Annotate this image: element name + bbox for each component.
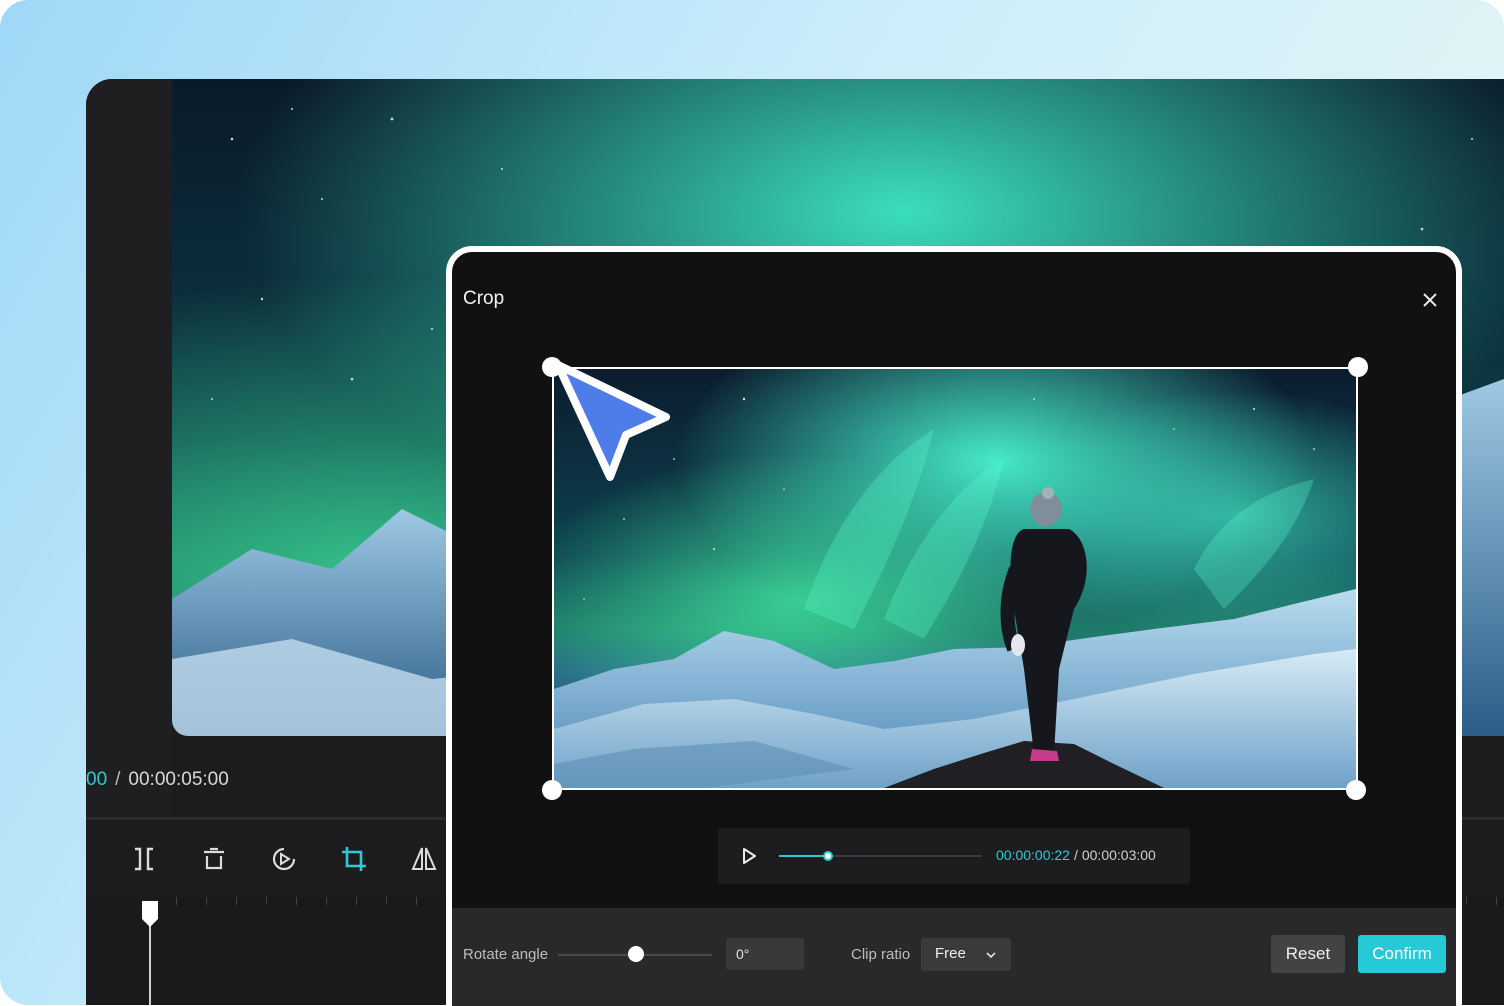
- playback-progress-knob[interactable]: [822, 851, 833, 861]
- close-icon[interactable]: [1418, 288, 1442, 312]
- ruler-tick: [236, 897, 237, 905]
- player-current-time: 00:00:00:22: [996, 847, 1070, 863]
- dialog-title: Crop: [463, 288, 505, 309]
- ruler-tick: [1466, 897, 1467, 905]
- clip-ratio-label: Clip ratio: [851, 946, 911, 963]
- time-separator: /: [115, 769, 121, 790]
- ruler-tick: [386, 897, 387, 905]
- editor-timecode: 00 / 00:00:05:00: [86, 769, 229, 791]
- clip-ratio-value: Free: [935, 945, 966, 962]
- player-total-time: 00:00:03:00: [1081, 847, 1156, 863]
- ruler-tick: [356, 897, 357, 905]
- crop-handle-bottom-left[interactable]: [542, 780, 562, 800]
- crop-handle-top-right[interactable]: [1348, 357, 1368, 377]
- crop-tool-button[interactable]: [336, 841, 372, 877]
- delete-button[interactable]: [196, 841, 232, 877]
- editor-toolbar: [126, 841, 442, 877]
- rotate-angle-input[interactable]: [726, 938, 804, 970]
- ruler-tick: [326, 897, 327, 905]
- speed-icon: [272, 847, 296, 871]
- mirror-icon: [411, 847, 437, 870]
- ruler-tick: [296, 897, 297, 905]
- speed-button[interactable]: [266, 841, 302, 877]
- play-icon[interactable]: [740, 847, 758, 865]
- mirror-button[interactable]: [406, 841, 442, 877]
- ruler-tick: [416, 897, 417, 905]
- time-separator: /: [1073, 847, 1078, 863]
- crop-settings-footer: Rotate angle Clip ratio Free Reset Confi…: [452, 908, 1456, 1006]
- split-button[interactable]: [126, 841, 162, 877]
- editor-current-time: 00: [86, 769, 108, 790]
- confirm-button[interactable]: Confirm: [1358, 935, 1446, 973]
- preview-player-bar: 00:00:00:22/00:00:03:00: [718, 828, 1190, 884]
- ruler-tick: [1496, 897, 1497, 905]
- ruler-tick: [206, 897, 207, 905]
- crop-handle-bottom-right[interactable]: [1346, 780, 1366, 800]
- editor-side-panel: [86, 79, 172, 819]
- playback-progress-fill: [779, 855, 828, 857]
- chevron-down-icon: [986, 952, 996, 959]
- rotate-angle-label: Rotate angle: [463, 946, 549, 963]
- ruler-tick: [176, 897, 177, 905]
- split-icon: [135, 847, 153, 871]
- playhead-handle[interactable]: [140, 899, 160, 1005]
- crop-icon: [342, 847, 366, 871]
- ruler-tick: [266, 897, 267, 905]
- clip-ratio-select[interactable]: Free: [921, 938, 1011, 971]
- delete-icon: [204, 847, 224, 870]
- playback-progress-track[interactable]: [779, 851, 982, 861]
- rotate-angle-slider-knob[interactable]: [628, 946, 644, 962]
- reset-button[interactable]: Reset: [1271, 935, 1345, 973]
- editor-total-time: 00:00:05:00: [128, 769, 229, 790]
- mouse-pointer-icon: [554, 361, 670, 481]
- player-timecode: 00:00:00:22/00:00:03:00: [996, 847, 1156, 863]
